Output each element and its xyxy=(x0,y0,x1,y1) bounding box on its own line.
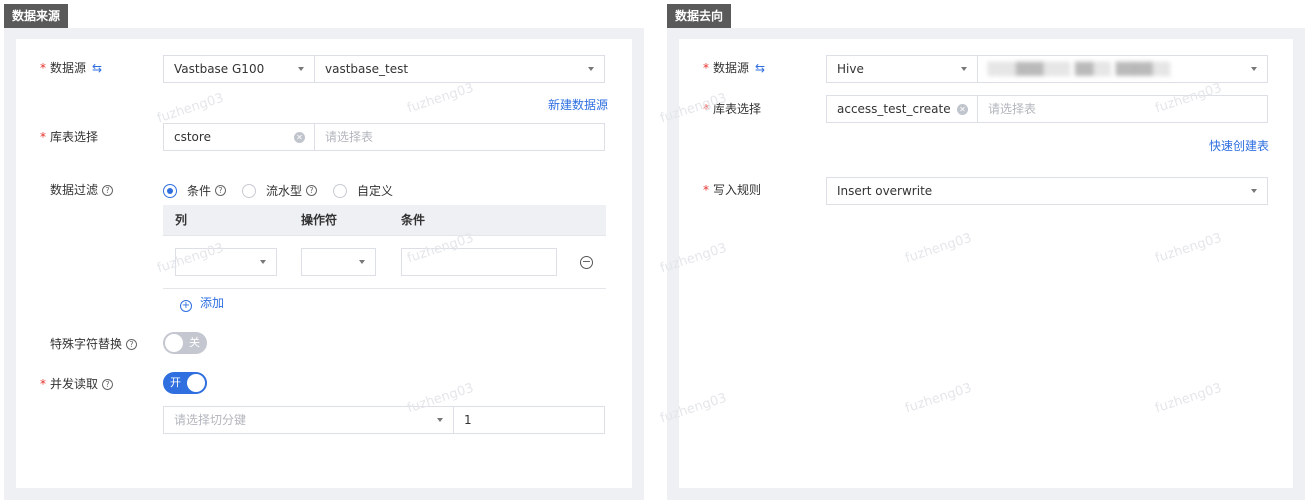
filter-radio-group: 条件? 流水型? 自定义 xyxy=(163,182,409,199)
chevron-down-icon xyxy=(1251,189,1257,193)
target-panel-title: 数据去向 xyxy=(667,4,732,28)
source-table-select[interactable]: 请选择表 xyxy=(314,123,605,151)
source-table-label: * 库表选择 xyxy=(40,130,99,144)
new-datasource-link[interactable]: 新建数据源 xyxy=(548,96,608,113)
chevron-down-icon xyxy=(260,260,266,264)
watermark: fuzheng03 xyxy=(658,240,729,277)
watermark: fuzheng03 xyxy=(405,80,476,117)
watermark: fuzheng03 xyxy=(658,390,729,427)
swap-icon[interactable]: ⇆ xyxy=(755,61,765,75)
filter-option-stream[interactable]: 流水型? xyxy=(242,182,318,199)
filter-option-custom[interactable]: 自定义 xyxy=(333,182,393,199)
help-icon[interactable]: ? xyxy=(126,339,138,350)
chevron-down-icon xyxy=(298,67,304,71)
chevron-down-icon xyxy=(437,418,443,422)
source-schema-select[interactable]: cstore ✕ xyxy=(163,123,315,151)
chevron-down-icon xyxy=(588,67,594,71)
chevron-down-icon xyxy=(1251,67,1257,71)
plus-circle-icon: + xyxy=(180,300,192,312)
target-form: * 数据源 ⇆ Hive ░░░▒▒▒░░░ ▒▒░░ ▒▒▒▒░░ * 库表选择 a… xyxy=(658,39,1293,488)
radio-unchecked-icon xyxy=(242,183,257,198)
source-form: * 数据源 ⇆ Vastbase G100 vastbase_test 新建数据源 … xyxy=(16,39,632,488)
help-icon[interactable]: ? xyxy=(215,185,227,196)
target-table-label: * 库表选择 xyxy=(703,102,762,116)
clear-icon[interactable]: ✕ xyxy=(957,104,968,115)
chevron-down-icon xyxy=(961,67,967,71)
source-panel: 数据来源 * 数据源 ⇆ Vastbase G100 vastbase_test 新… xyxy=(4,4,644,500)
source-panel-title: 数据来源 xyxy=(4,4,69,28)
watermark: fuzheng03 xyxy=(1153,230,1224,267)
source-datasource-label: * 数据源 ⇆ xyxy=(40,61,103,75)
clear-icon[interactable]: ✕ xyxy=(294,132,305,143)
filter-operator-select[interactable] xyxy=(301,248,376,276)
quick-create-table-link[interactable]: 快速创建表 xyxy=(1209,137,1269,154)
target-datasource-type-select[interactable]: Hive xyxy=(826,55,978,83)
filter-column-select[interactable] xyxy=(175,248,277,276)
blurred-datasource-name: ░░░▒▒▒░░░ ▒▒░░ ▒▒▒▒░░ xyxy=(988,62,1171,76)
filter-condition-input[interactable] xyxy=(401,248,557,276)
source-datasource-type-select[interactable]: Vastbase G100 xyxy=(163,55,315,83)
concurrent-label: * 并发读取? xyxy=(40,376,114,392)
split-key-select[interactable]: 请选择切分键 xyxy=(163,406,454,434)
target-table-select[interactable]: 请选择表 xyxy=(977,95,1268,123)
watermark: fuzheng03 xyxy=(903,230,974,267)
source-datasource-name-select[interactable]: vastbase_test xyxy=(314,55,605,83)
special-char-toggle[interactable]: 关 xyxy=(163,332,207,354)
watermark: fuzheng03 xyxy=(155,90,226,127)
target-datasource-label: * 数据源 ⇆ xyxy=(703,61,766,75)
watermark: fuzheng03 xyxy=(903,380,974,417)
add-filter-button[interactable]: + 添加 xyxy=(180,295,224,312)
help-icon[interactable]: ? xyxy=(102,379,114,390)
radio-unchecked-icon xyxy=(333,183,348,198)
swap-icon[interactable]: ⇆ xyxy=(92,61,102,75)
help-icon[interactable]: ? xyxy=(306,185,318,196)
concurrent-toggle[interactable]: 开 xyxy=(163,372,207,394)
target-panel: 数据去向 * 数据源 ⇆ Hive ░░░▒▒▒░░░ ▒▒░░ ▒▒▒▒░░ * 库… xyxy=(658,4,1305,500)
filter-header-column: 列 xyxy=(175,213,188,227)
concurrency-input[interactable]: 1 xyxy=(453,406,605,434)
filter-option-condition[interactable]: 条件? xyxy=(163,182,227,199)
write-rule-select[interactable]: Insert overwrite xyxy=(826,177,1268,205)
write-rule-label: * 写入规则 xyxy=(703,183,762,197)
special-char-label: 特殊字符替换? xyxy=(50,336,138,352)
target-datasource-name-select[interactable]: ░░░▒▒▒░░░ ▒▒░░ ▒▒▒▒░░ xyxy=(977,55,1268,83)
chevron-down-icon xyxy=(359,260,365,264)
filter-label: 数据过滤? xyxy=(50,182,114,198)
radio-checked-icon xyxy=(163,183,177,198)
watermark: fuzheng03 xyxy=(1153,380,1224,417)
filter-header-condition: 条件 xyxy=(401,213,426,227)
filter-table: 列 操作符 条件 − xyxy=(163,205,606,291)
target-db-select[interactable]: access_test_create ✕ xyxy=(826,95,978,123)
remove-row-icon[interactable]: − xyxy=(580,256,593,269)
help-icon[interactable]: ? xyxy=(102,185,114,196)
filter-header-operator: 操作符 xyxy=(301,213,338,227)
